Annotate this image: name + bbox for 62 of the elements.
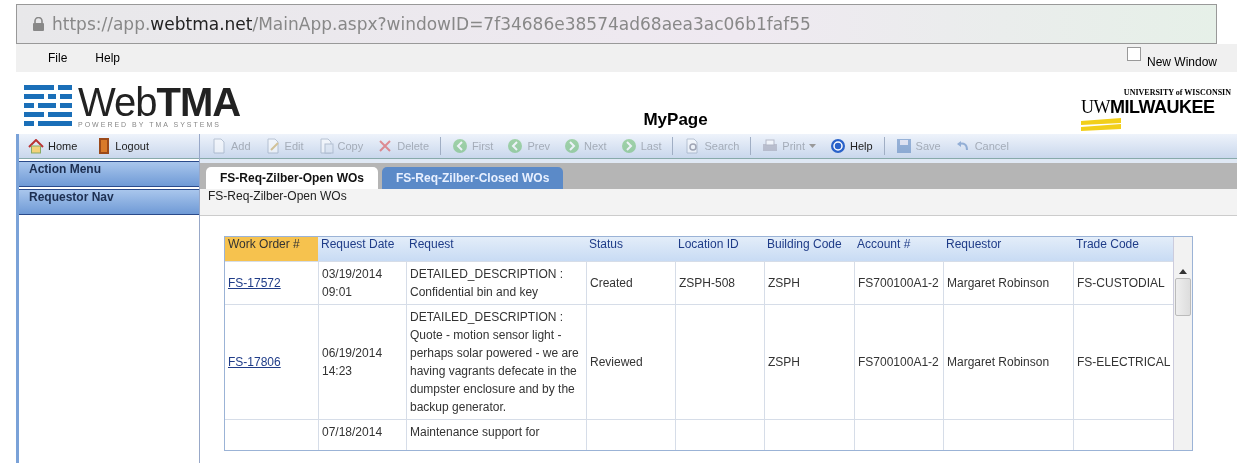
table-cell-text: ZSPH <box>768 354 800 371</box>
house-icon <box>28 138 44 154</box>
table-cell-text: FS700100A1-2 <box>858 275 939 292</box>
menu-item[interactable]: File <box>48 51 68 65</box>
toolbar-button[interactable]: Help <box>826 136 876 156</box>
work-order-link[interactable]: FS-17572 <box>228 274 281 292</box>
column-header[interactable]: Building Code <box>764 237 854 261</box>
table-cell-text: Reviewed <box>590 354 643 371</box>
page-title: MyPage <box>642 110 709 131</box>
pencil-page-icon <box>264 138 281 154</box>
logout-button[interactable]: Logout <box>94 136 152 156</box>
table-cell-text: DETAILED_DESCRIPTION : Confidential bin and key <box>410 266 565 301</box>
address-bar[interactable]: https://app.webtma.net/MainApp.aspx?windowID=7f34686e38574ad68aea3ac06b1faf55 <box>16 4 1217 44</box>
url-text: https://app.webtma.net/MainApp.aspx?windowID=7f34686e38574ad68aea3ac06b1faf55 <box>52 14 811 34</box>
sidebar-item[interactable]: Action Menu <box>19 161 199 187</box>
new-window-label: New Window <box>1146 55 1217 69</box>
sidebar-item[interactable]: Requestor Nav <box>19 189 199 215</box>
scroll-up-icon <box>1179 269 1187 274</box>
table-cell-text: FS-ELECTRICAL <box>1077 354 1171 371</box>
university-text: UNIVERSITY of WISCONSIN <box>1123 88 1231 97</box>
menu-item[interactable]: Help <box>95 51 121 65</box>
printer-icon <box>762 138 779 154</box>
table-cell-text: Created <box>590 275 633 292</box>
scroll-thumb[interactable] <box>1175 278 1191 316</box>
column-header[interactable]: Request <box>406 237 586 261</box>
table-cell-text: Maintenance support for <box>410 424 540 441</box>
panel-title: FS-Req-Zilber-Open WOs <box>200 189 1237 216</box>
webtma-logo-text: WebTMA <box>78 83 241 121</box>
new-window-checkbox[interactable] <box>1126 47 1141 61</box>
home-button[interactable]: Home <box>25 136 81 156</box>
door-icon <box>97 138 112 154</box>
wave-stripes-icon <box>1081 118 1121 132</box>
delete-icon <box>377 138 394 154</box>
column-header[interactable]: Trade Code <box>1073 237 1173 261</box>
search-icon <box>684 138 701 154</box>
table-cell-text: ZSPH-508 <box>679 275 736 292</box>
table-cell-text: ZSPH <box>768 275 800 292</box>
uwm-logo-text: UWMILWAUKEE <box>1081 97 1215 118</box>
scrollbar[interactable] <box>1173 237 1192 450</box>
caret-icon <box>808 144 816 148</box>
table-cell-text: Margaret Robinson <box>947 354 1050 371</box>
column-header[interactable]: Requestor <box>943 237 1073 261</box>
column-header[interactable]: Request Date <box>318 237 406 261</box>
table-cell-text: Margaret Robinson <box>947 275 1050 292</box>
column-header[interactable]: Status <box>586 237 675 261</box>
table-cell-text: 07/18/2014 <box>322 424 383 441</box>
table-cell-text: 06/19/2014 14:23 <box>322 345 384 380</box>
save-icon <box>895 138 912 154</box>
help-icon <box>829 138 846 154</box>
copy-icon <box>317 138 334 154</box>
column-header[interactable]: Location ID <box>675 237 764 261</box>
logo-stripes-icon <box>24 84 72 127</box>
table-cell-text: FS-CUSTODIAL <box>1077 275 1165 292</box>
document-icon <box>211 138 227 154</box>
table-cell-text: DETAILED_DESCRIPTION : Quote - motion sensor light - perhaps solar powered - we are having vagrants defecate in the dumpster enclosure and by the backup generator. <box>410 309 580 416</box>
lock-icon <box>33 17 44 31</box>
column-header[interactable]: Account # <box>854 237 943 261</box>
table-cell-text: FS700100A1-2 <box>858 354 939 371</box>
column-header[interactable]: Work Order # <box>225 237 318 261</box>
work-order-link[interactable]: FS-17806 <box>228 353 281 371</box>
table-cell-text: 03/19/2014 09:01 <box>322 266 384 301</box>
tab[interactable]: FS-Req-Zilber-Open WOs <box>206 167 378 189</box>
